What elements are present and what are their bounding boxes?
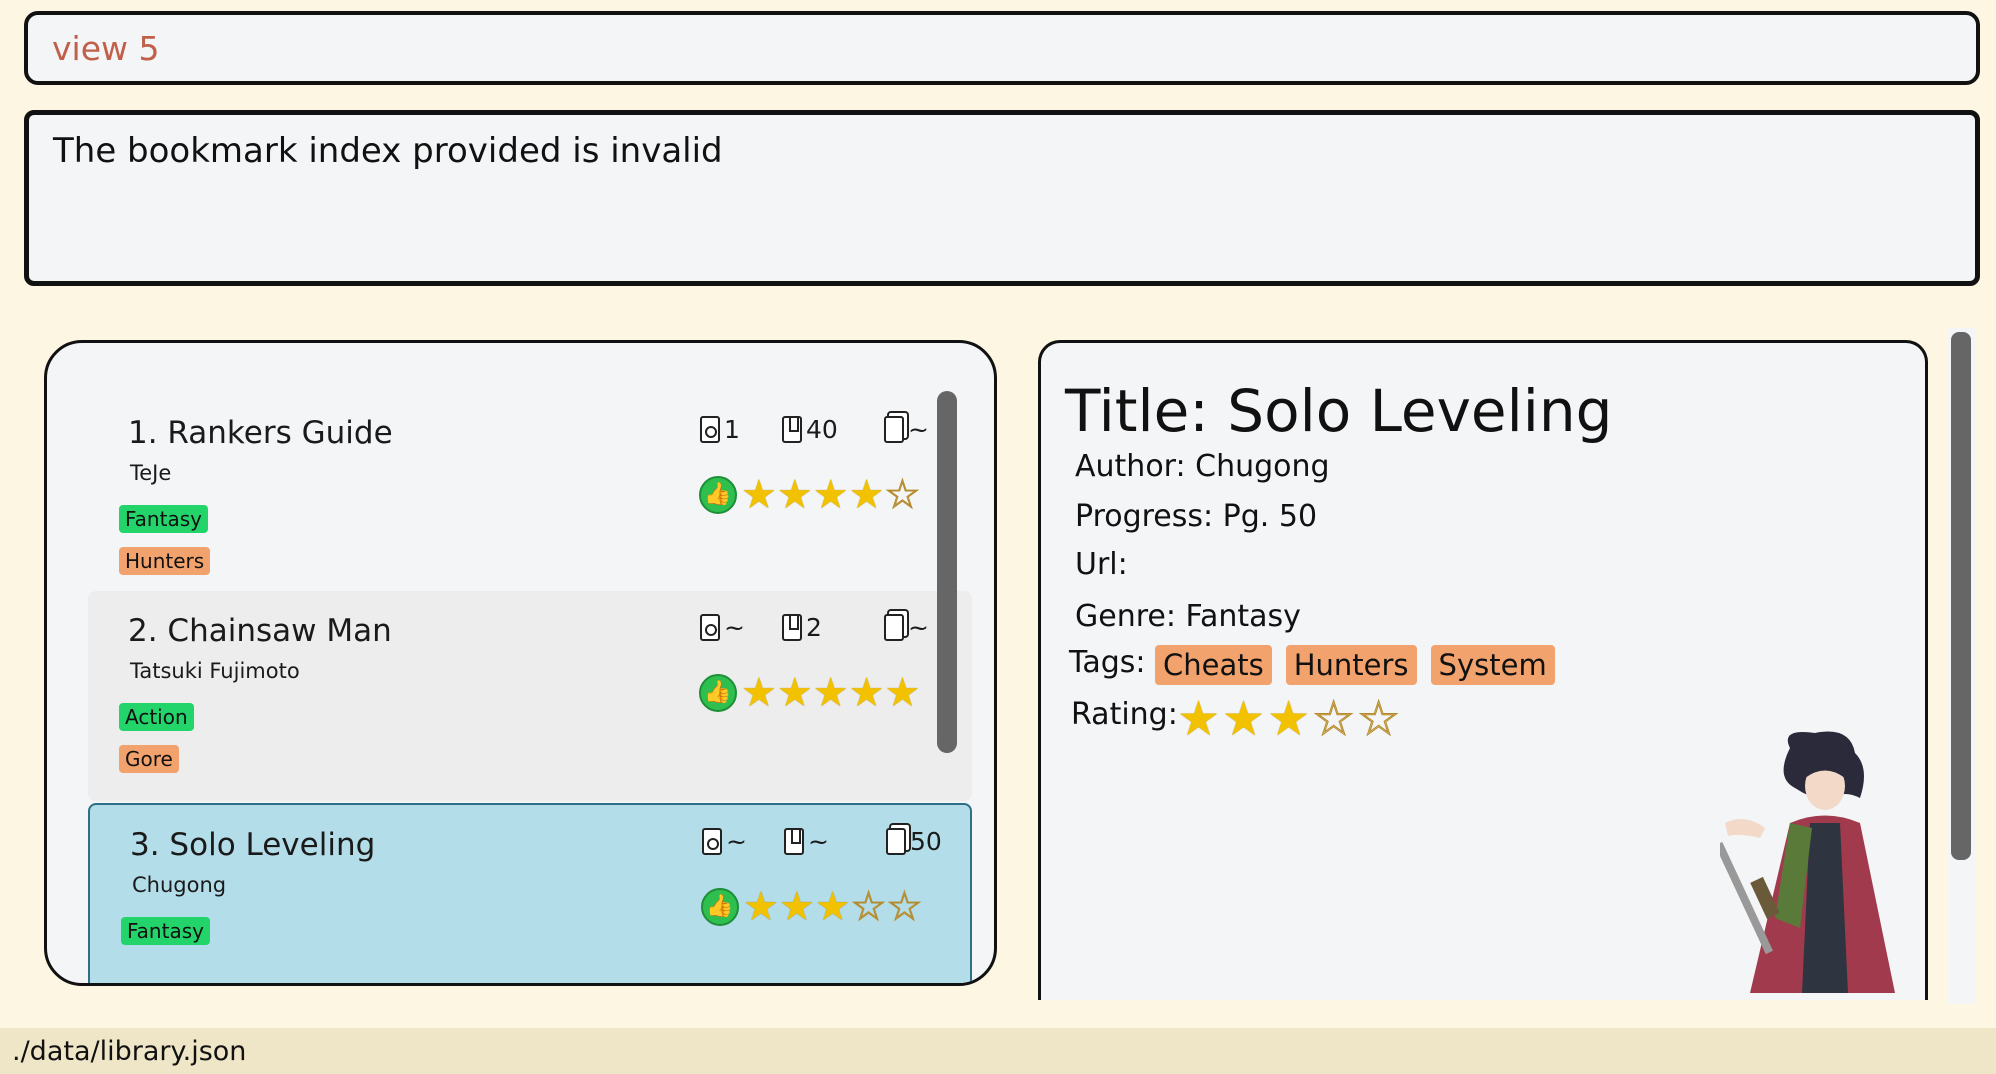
star-filled-icon: ★ <box>741 670 777 716</box>
page-value: 50 <box>910 827 942 856</box>
pages-icon <box>884 416 904 443</box>
star-filled-icon: ★ <box>1267 691 1311 747</box>
star-filled-icon: ★ <box>814 884 851 930</box>
chapter-value: 40 <box>806 415 838 444</box>
rating: 👍 ★ ★ ★ ★ ★ <box>699 673 920 713</box>
star-empty-icon: ☆ <box>1357 691 1401 747</box>
detail-tags-label: Tags: <box>1069 645 1146 680</box>
volume-value: ~ <box>724 613 745 642</box>
character-illustration <box>1720 731 1895 993</box>
result-message: The bookmark index provided is invalid <box>53 131 723 171</box>
rating-stars: ★ ★ ★ ★ ★ <box>741 673 920 713</box>
star-filled-icon: ★ <box>812 472 849 518</box>
detail-rating-stars: ★ ★ ★ ☆ ☆ <box>1177 691 1402 747</box>
detail-author: Author: Chugong <box>1075 449 1330 484</box>
genre-tag: Action <box>119 703 194 731</box>
star-filled-icon: ★ <box>812 670 849 716</box>
star-filled-icon: ★ <box>778 884 815 930</box>
star-empty-icon: ☆ <box>886 884 923 930</box>
command-input[interactable] <box>52 29 1952 68</box>
pages-icon <box>886 828 906 855</box>
star-filled-icon: ★ <box>848 670 885 716</box>
file-path: ./data/library.json <box>12 1036 247 1067</box>
bookmark-author: Chugong <box>132 873 227 897</box>
volume-progress: ~ <box>700 613 745 642</box>
detail-title: Title: Solo Leveling <box>1065 377 1613 445</box>
thumbs-up-icon: 👍 <box>699 674 737 712</box>
thumbs-up-icon: 👍 <box>699 476 737 514</box>
volume-icon <box>702 828 722 855</box>
bookmark-list[interactable]: 1. Rankers Guide TeJe Fantasy Hunters 1 … <box>88 393 973 983</box>
result-display: The bookmark index provided is invalid <box>24 110 1980 286</box>
tag: System <box>1430 645 1555 685</box>
star-empty-icon: ☆ <box>884 472 921 518</box>
list-scrollbar[interactable] <box>937 391 957 753</box>
detail-genre: Genre: Fantasy <box>1075 599 1301 634</box>
rating-stars: ★ ★ ★ ★ ☆ <box>741 472 921 518</box>
chapter-progress: ~ <box>784 827 829 856</box>
list-item[interactable]: 2. Chainsaw Man Tatsuki Fujimoto Action … <box>88 591 972 801</box>
tag: Gore <box>119 745 179 773</box>
star-empty-icon: ☆ <box>850 884 887 930</box>
page-value: ~ <box>908 415 929 444</box>
star-filled-icon: ★ <box>848 472 885 518</box>
star-filled-icon: ★ <box>884 670 921 716</box>
chapter-value: ~ <box>808 827 829 856</box>
chapter-value: 2 <box>806 613 822 642</box>
star-filled-icon: ★ <box>1177 691 1221 747</box>
star-filled-icon: ★ <box>1222 691 1266 747</box>
volume-progress: ~ <box>702 827 747 856</box>
bookmark-author: TeJe <box>130 461 172 485</box>
volume-icon <box>700 614 720 641</box>
rating-stars: ★ ★ ★ ☆ ☆ <box>743 884 923 930</box>
detail-url: Url: <box>1075 547 1128 582</box>
star-empty-icon: ☆ <box>1312 691 1356 747</box>
chapter-icon <box>782 614 802 641</box>
command-box[interactable] <box>24 11 1980 85</box>
detail-scrollbar[interactable] <box>1951 332 1971 860</box>
genre-tag: Fantasy <box>119 505 208 533</box>
star-filled-icon: ★ <box>776 472 813 518</box>
chapter-progress: 40 <box>782 415 838 444</box>
star-filled-icon: ★ <box>741 472 777 518</box>
detail-progress: Progress: Pg. 50 <box>1075 499 1318 534</box>
genre-tag: Fantasy <box>121 917 210 945</box>
page-progress: ~ <box>884 415 929 444</box>
page-progress: 50 <box>886 827 942 856</box>
chapter-icon <box>782 416 802 443</box>
list-item-selected[interactable]: 3. Solo Leveling Chugong Fantasy ~ ~ 50 … <box>88 803 972 983</box>
volume-icon <box>700 416 720 443</box>
bookmark-title: 3. Solo Leveling <box>130 827 376 863</box>
volume-value: 1 <box>724 415 740 444</box>
rating: 👍 ★ ★ ★ ★ ☆ <box>699 472 921 518</box>
tag: Hunters <box>1285 645 1417 685</box>
page-value: ~ <box>908 613 929 642</box>
tag: Cheats <box>1155 645 1272 685</box>
page-progress: ~ <box>884 613 929 642</box>
pages-icon <box>884 614 904 641</box>
list-item[interactable]: 1. Rankers Guide TeJe Fantasy Hunters 1 … <box>88 393 972 603</box>
star-filled-icon: ★ <box>743 884 779 930</box>
bookmark-title: 1. Rankers Guide <box>128 415 393 451</box>
bookmark-author: Tatsuki Fujimoto <box>130 659 300 683</box>
volume-progress: 1 <box>700 415 740 444</box>
status-bar: ./data/library.json <box>0 1028 1996 1074</box>
star-filled-icon: ★ <box>776 670 813 716</box>
rating: 👍 ★ ★ ★ ☆ ☆ <box>701 884 923 930</box>
chapter-icon <box>784 828 804 855</box>
detail-tags: Cheats Hunters System <box>1155 645 1555 685</box>
bookmark-list-panel[interactable]: 1. Rankers Guide TeJe Fantasy Hunters 1 … <box>44 340 997 986</box>
detail-rating-label: Rating: <box>1071 697 1178 732</box>
bookmark-title: 2. Chainsaw Man <box>128 613 392 649</box>
volume-value: ~ <box>726 827 747 856</box>
tag: Hunters <box>119 547 211 575</box>
thumbs-up-icon: 👍 <box>701 888 739 926</box>
chapter-progress: 2 <box>782 613 822 642</box>
